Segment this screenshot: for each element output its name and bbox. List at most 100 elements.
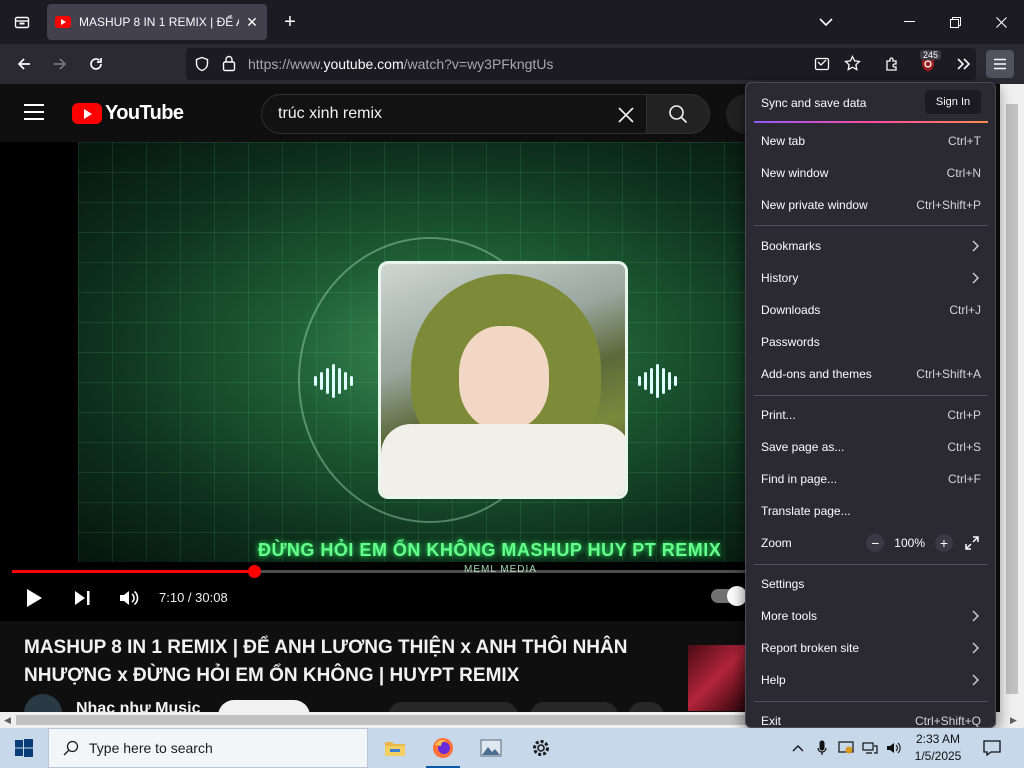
microphone-icon[interactable] [812,738,832,758]
menu-label: Downloads [761,303,821,317]
volume-icon [120,590,139,606]
address-bar[interactable]: https://www.youtube.com/watch?v=wy3PFkng… [186,48,976,80]
menu-item-save-page[interactable]: Save page as... Ctrl+S [753,432,989,462]
reload-button[interactable] [82,50,110,78]
windows-logo-icon [15,739,33,757]
url-prefix: https://www. [248,56,324,72]
play-button[interactable] [20,584,48,612]
menu-shortcut: Ctrl+Shift+Q [914,714,981,728]
autoplay-toggle[interactable] [711,586,745,606]
menu-item-new-tab[interactable]: New tab Ctrl+T [753,126,989,156]
video-frame[interactable]: ĐỪNG HỎI EM ỔN KHÔNG MASHUP HUY PT REMIX… [78,142,745,575]
restore-button[interactable] [932,0,978,44]
taskbar-search-box[interactable]: Type here to search [48,728,368,768]
url-text[interactable]: https://www.youtube.com/watch?v=wy3PFkng… [248,56,553,72]
show-hidden-icons-chevron-icon[interactable] [788,738,808,758]
channel-avatar[interactable] [24,694,62,714]
taskbar-clock[interactable]: 2:33 AM 1/5/2025 [912,731,964,765]
menu-item-bookmarks[interactable]: Bookmarks [753,231,989,261]
scroll-left-icon[interactable]: ◀ [4,715,11,726]
menu-label: Find in page... [761,472,838,486]
search-icon [669,105,688,124]
close-tab-icon[interactable]: ✕ [245,14,259,31]
lock-icon[interactable] [222,55,236,77]
zoom-out-button[interactable]: − [866,534,885,552]
volume-button[interactable] [115,584,143,612]
list-all-tabs-icon[interactable] [814,10,838,34]
fullscreen-icon[interactable] [963,534,981,552]
menu-item-find-in-page[interactable]: Find in page... Ctrl+F [753,464,989,494]
extensions-puzzle-icon[interactable] [878,50,906,78]
network-icon[interactable] [860,738,880,758]
bookmark-star-icon[interactable] [844,54,861,77]
youtube-search-button[interactable] [646,94,710,134]
menu-shortcut: Ctrl+N [946,166,981,180]
progress-scrubber[interactable] [247,565,261,578]
time-display: 7:10 / 30:08 [159,590,228,605]
youtube-favicon-icon [55,16,71,28]
audio-wave-left [314,364,353,398]
menu-item-print[interactable]: Print... Ctrl+P [753,400,989,430]
menu-label: Bookmarks [761,239,822,253]
guide-menu-icon[interactable] [24,104,44,120]
sync-gradient-divider [754,121,988,123]
menu-item-new-private-window[interactable]: New private window Ctrl+Shift+P [753,190,989,220]
windows-taskbar: Type here to search 2:33 AM 1/5/2025 [0,728,1024,768]
menu-separator [754,395,988,396]
back-button[interactable] [10,50,38,78]
menu-item-settings[interactable]: Settings [753,569,989,599]
menu-item-new-window[interactable]: New window Ctrl+N [753,158,989,188]
chevron-right-icon [972,240,979,252]
menu-item-addons[interactable]: Add-ons and themes Ctrl+Shift+A [753,359,989,389]
menu-label: Translate page... [761,504,851,518]
reader-mode-icon[interactable] [814,56,830,77]
related-video-thumbnail[interactable] [688,645,745,711]
settings-gear-icon[interactable] [518,728,564,768]
zoom-in-button[interactable]: + [935,534,953,552]
menu-item-passwords[interactable]: Passwords [753,327,989,357]
menu-item-translate-page[interactable]: Translate page... [753,496,989,526]
new-tab-button[interactable]: + [278,8,302,36]
scroll-right-icon[interactable]: ▶ [1010,715,1017,726]
firefox-view-icon[interactable] [8,8,36,36]
menu-label: Passwords [761,335,820,349]
overflow-chevrons-icon[interactable] [950,50,978,78]
photos-app-icon[interactable] [468,728,514,768]
next-button[interactable] [68,584,96,612]
device-security-icon[interactable] [836,738,856,758]
file-explorer-icon[interactable] [372,728,418,768]
zoom-level[interactable]: 100% [894,536,925,550]
tab-strip: MASHUP 8 IN 1 REMIX | ĐỂ ANH LƯƠNG THIỆN… [0,0,1024,44]
forward-button[interactable] [46,50,74,78]
tracking-protection-shield-icon[interactable] [194,56,210,77]
app-menu-button[interactable] [986,50,1014,78]
speaker-volume-icon[interactable] [884,738,904,758]
menu-item-more-tools[interactable]: More tools [753,601,989,631]
youtube-search-input[interactable]: trúc xinh remix [278,105,382,123]
youtube-search-box[interactable]: trúc xinh remix [261,94,647,134]
notifications-icon[interactable] [982,738,1002,758]
vertical-scrollbar[interactable] [1000,84,1024,712]
clear-search-icon[interactable] [612,101,640,129]
sign-in-button[interactable]: Sign In [925,90,981,114]
menu-shortcut: Ctrl+S [947,440,981,454]
taskbar-search-placeholder: Type here to search [89,740,213,756]
menu-item-help[interactable]: Help [753,665,989,695]
start-button[interactable] [0,728,48,768]
close-window-button[interactable] [978,0,1024,44]
sync-section[interactable]: Sync and save data Sign In [746,83,995,123]
video-player[interactable]: ĐỪNG HỎI EM ỔN KHÔNG MASHUP HUY PT REMIX… [0,142,745,621]
menu-item-report-broken-site[interactable]: Report broken site [753,633,989,663]
firefox-taskbar-icon[interactable] [420,728,466,768]
youtube-logo[interactable]: YouTube [72,102,184,124]
menu-item-history[interactable]: History [753,263,989,293]
vertical-scrollbar-thumb[interactable] [1006,104,1018,694]
progress-bar[interactable] [12,565,745,578]
minimize-button[interactable] [886,0,932,44]
tab-youtube[interactable]: MASHUP 8 IN 1 REMIX | ĐỂ ANH LƯƠNG THIỆN… [47,4,267,40]
menu-shortcut: Ctrl+Shift+P [916,198,981,212]
menu-item-downloads[interactable]: Downloads Ctrl+J [753,295,989,325]
menu-separator [754,564,988,565]
menu-item-exit[interactable]: Exit Ctrl+Shift+Q [753,706,989,728]
sync-label: Sync and save data [761,96,867,110]
